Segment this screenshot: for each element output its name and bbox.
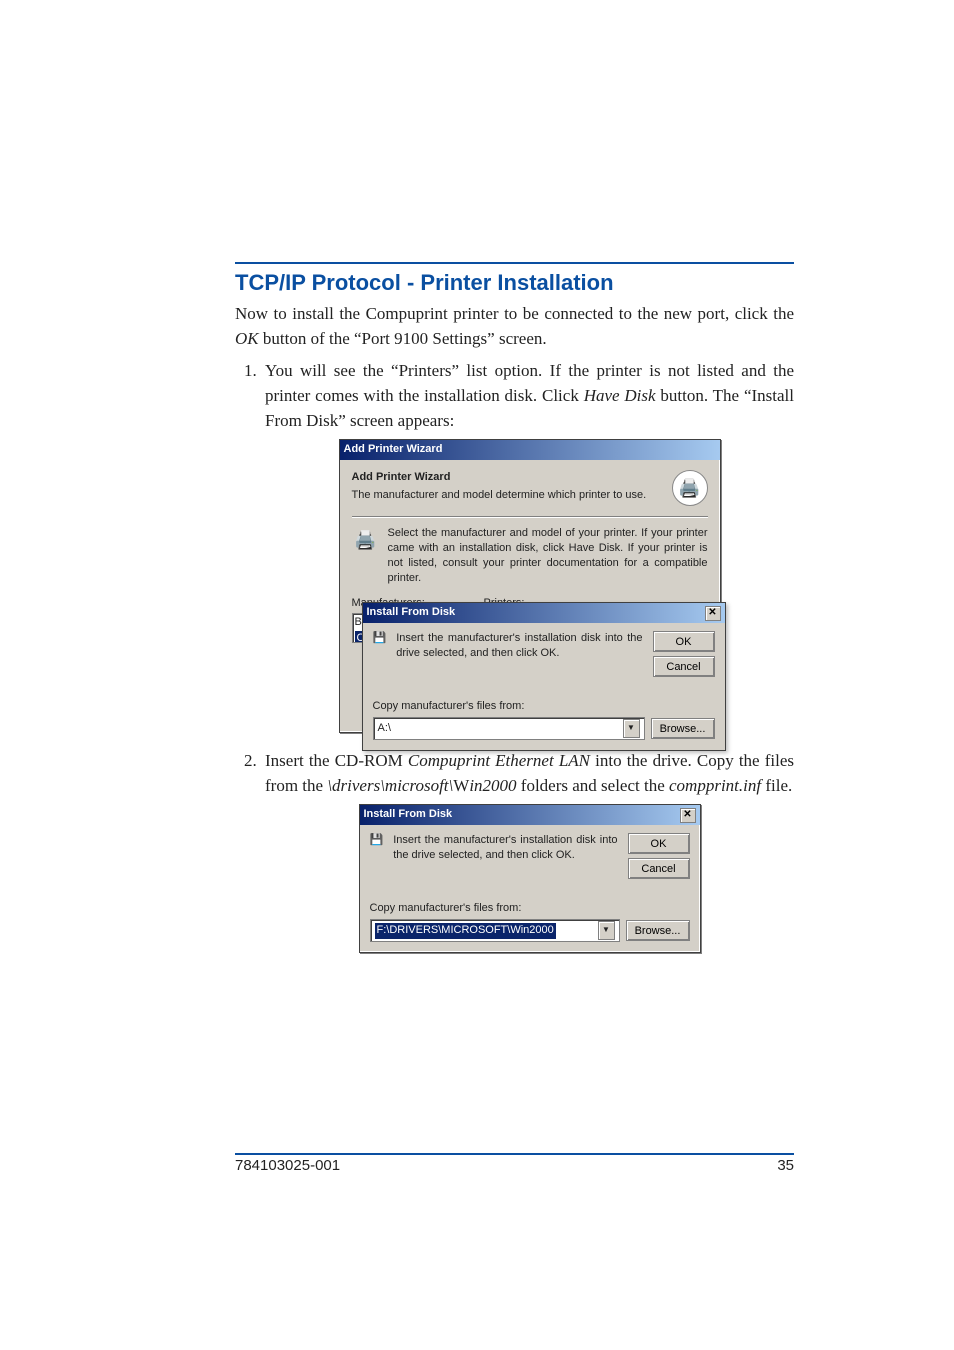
add-printer-wizard-dialog: Add Printer Wizard Add Printer Wizard Th…: [339, 439, 721, 733]
footer-doc-number: 784103025-001: [235, 1157, 340, 1174]
printer-small-icon: 🖨️: [352, 526, 380, 554]
footer-page-number: 35: [777, 1157, 794, 1174]
copy-from-path-value: A:\: [378, 721, 391, 737]
intro-text-1: Now to install the Compuprint printer to…: [235, 304, 794, 323]
add-printer-wizard-titlebar: Add Printer Wizard: [340, 440, 720, 460]
add-printer-wizard-title: Add Printer Wizard: [344, 442, 443, 458]
cancel-button[interactable]: Cancel: [653, 656, 715, 677]
browse-button[interactable]: Browse...: [651, 718, 715, 739]
install-from-disk-msg-2: Insert the manufacturer's installation d…: [393, 833, 617, 863]
intro-ok-text: OK: [235, 329, 259, 348]
section-title: TCP/IP Protocol - Printer Installation: [235, 270, 794, 296]
step-2-text-d: file.: [761, 776, 792, 795]
disk-icon: 💾: [373, 631, 387, 647]
chevron-down-icon[interactable]: ▼: [598, 921, 615, 940]
wizard-header-sub: The manufacturer and model determine whi…: [352, 488, 664, 504]
disk-icon: 💾: [370, 833, 384, 849]
step-2-inf: compprint.inf: [669, 776, 761, 795]
step-1: You will see the “Printers” list option.…: [261, 359, 794, 733]
copy-from-path-value-2: F:\DRIVERS\MICROSOFT\Win2000: [375, 923, 556, 939]
browse-button[interactable]: Browse...: [626, 920, 690, 941]
step-2: Insert the CD-ROM Compuprint Ethernet LA…: [261, 749, 794, 953]
close-icon[interactable]: ✕: [680, 808, 696, 823]
step-2-text-c: folders and select the: [517, 776, 669, 795]
step-2-text-a: Insert the CD-ROM: [265, 751, 408, 770]
install-from-disk-nested-dialog: Install From Disk ✕ 💾 Insert the manufac…: [362, 602, 726, 751]
step-2-win: W: [453, 776, 469, 795]
close-icon[interactable]: ✕: [705, 606, 721, 621]
step-2-win-rest: in2000: [469, 776, 516, 795]
install-from-disk-title-2: Install From Disk: [364, 807, 453, 823]
copy-from-path-field-2[interactable]: F:\DRIVERS\MICROSOFT\Win2000 ▼: [370, 919, 620, 942]
install-from-disk-msg: Insert the manufacturer's installation d…: [396, 631, 642, 661]
intro-text-2: button of the “Port 9100 Settings” scree…: [259, 329, 547, 348]
cancel-button[interactable]: Cancel: [628, 858, 690, 879]
intro-paragraph: Now to install the Compuprint printer to…: [235, 302, 794, 351]
printer-icon: 🖨️: [672, 470, 708, 506]
chevron-down-icon[interactable]: ▼: [623, 719, 640, 738]
section-rule: [235, 262, 794, 264]
ok-button[interactable]: OK: [628, 833, 690, 854]
step-1-havedisk: Have Disk: [584, 386, 656, 405]
copy-from-label: Copy manufacturer's files from:: [373, 699, 715, 715]
step-2-cd: Compuprint Ethernet LAN: [408, 751, 590, 770]
divider: [352, 516, 708, 518]
install-from-disk-title: Install From Disk: [367, 605, 456, 621]
install-from-disk-titlebar: Install From Disk ✕: [363, 603, 725, 623]
copy-from-label-2: Copy manufacturer's files from:: [370, 901, 690, 917]
install-from-disk-titlebar-2: Install From Disk ✕: [360, 805, 700, 825]
step-2-folders: \drivers\microsoft\: [327, 776, 453, 795]
install-from-disk-dialog: Install From Disk ✕ 💾 Insert the manufac…: [359, 804, 701, 953]
wizard-info-text: Select the manufacturer and model of you…: [388, 526, 708, 585]
ok-button[interactable]: OK: [653, 631, 715, 652]
wizard-header-bold: Add Printer Wizard: [352, 470, 664, 486]
copy-from-path-field[interactable]: A:\ ▼: [373, 717, 645, 740]
